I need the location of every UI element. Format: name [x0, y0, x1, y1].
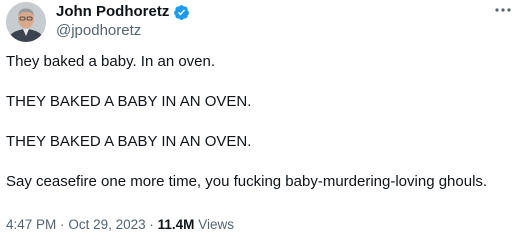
avatar[interactable]: [6, 2, 46, 42]
tweet-paragraph: THEY BAKED A BABY IN AN OVEN.: [6, 93, 252, 110]
tweet-paragraph: THEY BAKED A BABY IN AN OVEN.: [6, 133, 252, 150]
meta-separator: ·: [60, 217, 65, 232]
author-handle[interactable]: @jpodhoretz: [56, 22, 141, 40]
views-label: Views: [198, 217, 234, 232]
views-count[interactable]: 11.4M: [158, 217, 195, 232]
author-name-row[interactable]: John Podhoretz: [56, 3, 190, 21]
verified-badge-icon[interactable]: [173, 4, 190, 21]
tweet-time[interactable]: 4:47 PM: [6, 217, 56, 232]
more-horizontal-icon[interactable]: [492, 2, 514, 18]
meta-separator: ·: [149, 217, 154, 232]
tweet-date[interactable]: Oct 29, 2023: [68, 217, 145, 232]
tweet-paragraph: Say ceasefire one more time, you fucking…: [6, 173, 488, 190]
tweet-text: They baked a baby. In an oven. THEY BAKE…: [6, 52, 516, 192]
tweet-paragraph: They baked a baby. In an oven.: [6, 53, 216, 70]
author-display-name[interactable]: John Podhoretz: [56, 3, 169, 21]
tweet: John Podhoretz @jpodhoretz They baked a …: [0, 0, 522, 244]
tweet-metadata: 4:47 PM · Oct 29, 2023 · 11.4M Views: [6, 216, 234, 234]
profile-photo: [6, 2, 46, 42]
